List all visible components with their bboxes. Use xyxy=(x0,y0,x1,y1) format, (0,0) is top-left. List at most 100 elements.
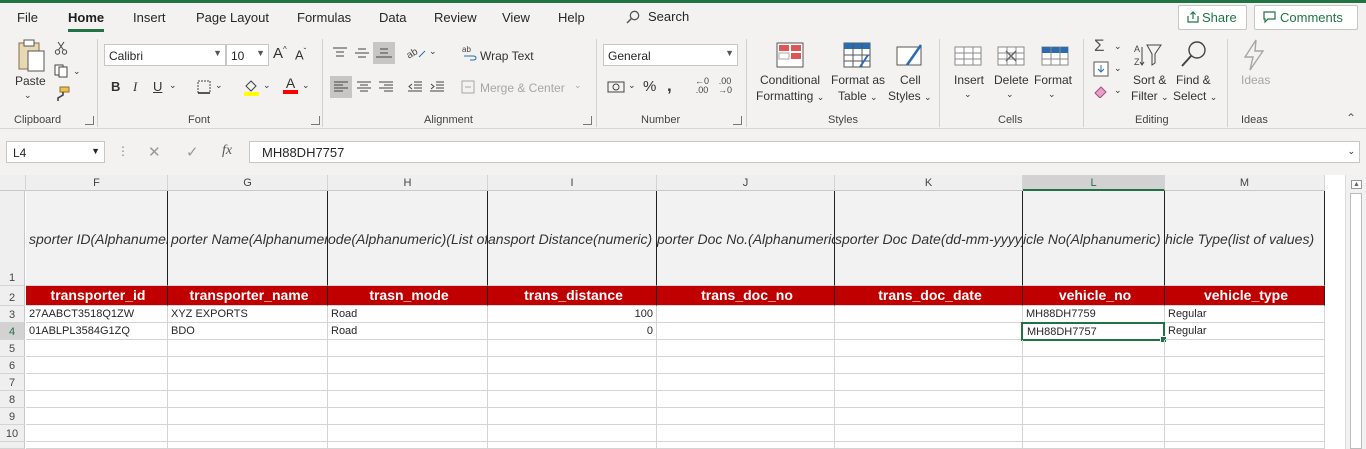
tab-page-layout[interactable]: Page Layout xyxy=(196,10,269,25)
increase-font-size-icon[interactable]: A^ xyxy=(273,45,287,62)
empty-cell[interactable] xyxy=(657,357,835,374)
empty-cell[interactable] xyxy=(835,408,1023,425)
empty-cell[interactable] xyxy=(26,374,168,391)
empty-cell[interactable] xyxy=(1023,425,1165,442)
italic-icon[interactable]: I xyxy=(133,79,137,95)
top-align-icon[interactable] xyxy=(332,47,348,59)
cell-l4-active[interactable]: MH88DH7757 xyxy=(1021,322,1167,343)
find-select-button[interactable]: Find & xyxy=(1176,73,1211,87)
cell-k2[interactable]: trans_doc_date xyxy=(835,286,1023,306)
empty-cell[interactable] xyxy=(488,357,657,374)
empty-cell[interactable] xyxy=(328,425,488,442)
cell-g3[interactable]: XYZ EXPORTS xyxy=(168,306,328,323)
empty-cell[interactable] xyxy=(168,442,328,449)
empty-cell[interactable] xyxy=(488,340,657,357)
comments-button[interactable]: Comments xyxy=(1254,5,1358,30)
bottom-align-button[interactable] xyxy=(373,42,395,64)
empty-cell[interactable] xyxy=(657,391,835,408)
cell-j3[interactable] xyxy=(657,306,835,323)
font-color-dropdown-icon[interactable]: ⌄ xyxy=(302,80,310,91)
empty-cell[interactable] xyxy=(328,391,488,408)
empty-cell[interactable] xyxy=(168,340,328,357)
row-header[interactable]: 1 xyxy=(0,191,25,286)
cell-f4[interactable]: 01ABLPL3584G1ZQ xyxy=(26,323,168,340)
borders-dropdown-icon[interactable]: ⌄ xyxy=(215,80,223,91)
font-name-select[interactable]: Calibri ▼ xyxy=(104,44,226,66)
empty-cell[interactable] xyxy=(835,442,1023,449)
tab-review[interactable]: Review xyxy=(434,10,477,25)
column-header-h[interactable]: H xyxy=(328,175,488,191)
name-box[interactable]: L4 ▼ xyxy=(6,141,105,163)
empty-cell[interactable] xyxy=(168,408,328,425)
empty-cell[interactable] xyxy=(1023,340,1165,357)
row-header[interactable]: 5 xyxy=(0,340,25,357)
percent-icon[interactable]: % xyxy=(643,78,656,95)
empty-cell[interactable] xyxy=(1023,357,1165,374)
cell-g2[interactable]: transporter_name xyxy=(168,286,328,306)
autosum-icon[interactable]: Σ xyxy=(1094,36,1105,56)
cancel-entry-icon[interactable]: ✕ xyxy=(148,143,161,161)
formula-input[interactable]: MH88DH7757 ⌄ xyxy=(249,141,1360,163)
empty-cell[interactable] xyxy=(328,374,488,391)
empty-cell[interactable] xyxy=(328,408,488,425)
cell-h2[interactable]: trasn_mode xyxy=(328,286,488,306)
cell-j2[interactable]: trans_doc_no xyxy=(657,286,835,306)
empty-cell[interactable] xyxy=(26,340,168,357)
tab-formulas[interactable]: Formulas xyxy=(297,10,351,25)
clear-dropdown-icon[interactable]: ⌄ xyxy=(1114,85,1122,96)
empty-cell[interactable] xyxy=(168,374,328,391)
cell-k4[interactable] xyxy=(835,323,1023,340)
empty-cell[interactable] xyxy=(835,374,1023,391)
tab-data[interactable]: Data xyxy=(379,10,406,25)
share-button[interactable]: Share xyxy=(1178,5,1247,30)
empty-cell[interactable] xyxy=(835,357,1023,374)
empty-cell[interactable] xyxy=(26,391,168,408)
column-header-g[interactable]: G xyxy=(168,175,328,191)
expand-formula-bar-icon[interactable]: ⌄ xyxy=(1347,146,1355,157)
insert-cells-button[interactable]: Insert xyxy=(954,73,984,87)
scroll-up-icon[interactable]: ▲ xyxy=(1351,180,1362,189)
format-as-table-icon[interactable] xyxy=(842,41,872,71)
empty-cell[interactable] xyxy=(1165,408,1325,425)
empty-cell[interactable] xyxy=(657,340,835,357)
row-header[interactable]: 8 xyxy=(0,391,25,408)
empty-cell[interactable] xyxy=(168,425,328,442)
cell-k3[interactable] xyxy=(835,306,1023,323)
cell-l1[interactable]: icle No(Alphanumeric) xyxy=(1023,191,1165,286)
align-center-icon[interactable] xyxy=(356,80,372,94)
decrease-font-size-icon[interactable]: Aˇ xyxy=(295,47,306,62)
row-header[interactable]: 9 xyxy=(0,408,25,425)
row-header-selected[interactable]: 4 xyxy=(0,323,25,340)
scrollbar-thumb[interactable] xyxy=(1350,193,1362,449)
sort-filter-icon[interactable]: AZ xyxy=(1133,41,1163,71)
cell-l3[interactable]: MH88DH7759 xyxy=(1023,306,1165,323)
column-header-k[interactable]: K xyxy=(835,175,1023,191)
row-header[interactable]: 7 xyxy=(0,374,25,391)
empty-cell[interactable] xyxy=(328,442,488,449)
align-right-icon[interactable] xyxy=(378,80,394,94)
empty-cell[interactable] xyxy=(1165,442,1325,449)
format-painter-icon[interactable] xyxy=(54,86,70,102)
fill-icon[interactable] xyxy=(1093,61,1109,77)
cell-m2[interactable]: vehicle_type xyxy=(1165,286,1325,306)
tab-file[interactable]: File xyxy=(17,10,38,25)
empty-cell[interactable] xyxy=(657,425,835,442)
search-box[interactable]: Search xyxy=(626,9,689,24)
row-header[interactable]: 2 xyxy=(0,286,25,306)
cell-h4[interactable]: Road xyxy=(328,323,488,340)
empty-cell[interactable] xyxy=(1165,374,1325,391)
empty-cell[interactable] xyxy=(1165,357,1325,374)
format-cells-button[interactable]: Format xyxy=(1034,73,1072,87)
cell-m1[interactable]: hicle Type(list of values) xyxy=(1165,191,1325,286)
font-color-icon[interactable]: A xyxy=(283,76,298,94)
paste-button[interactable]: Paste xyxy=(15,74,46,88)
empty-cell[interactable] xyxy=(1165,340,1325,357)
accounting-format-icon[interactable] xyxy=(607,80,625,94)
fill-dropdown-icon[interactable]: ⌄ xyxy=(1114,63,1122,74)
number-dialog-launcher-icon[interactable] xyxy=(733,116,742,125)
copy-icon[interactable] xyxy=(54,64,70,78)
clear-icon[interactable] xyxy=(1093,84,1109,98)
insert-cells-icon[interactable] xyxy=(953,41,983,71)
column-header-m[interactable]: M xyxy=(1165,175,1325,191)
accounting-dropdown-icon[interactable]: ⌄ xyxy=(628,80,636,91)
